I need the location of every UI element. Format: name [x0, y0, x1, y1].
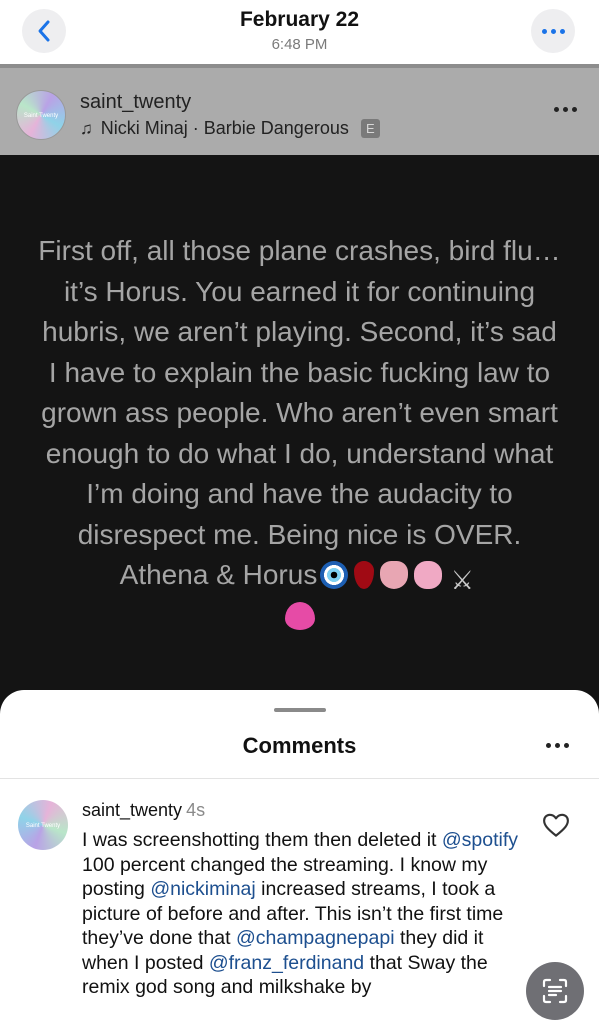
more-horizontal-icon — [554, 107, 577, 112]
comments-sheet: Comments Saint Twenty saint_twenty 4s I w… — [0, 690, 599, 1023]
more-horizontal-icon — [541, 28, 565, 34]
story-content: First off, all those plane crashes, bird… — [0, 155, 599, 715]
story-more-button[interactable] — [554, 107, 577, 112]
like-button[interactable] — [541, 810, 571, 840]
tongue-emoji-icon — [380, 561, 409, 589]
heart-outline-icon — [543, 813, 569, 837]
story-caption: First off, all those plane crashes, bird… — [38, 231, 561, 636]
blood-drop-emoji-icon — [354, 561, 375, 589]
divider — [0, 64, 599, 68]
divider — [0, 778, 599, 779]
music-note-icon: ♫ — [80, 118, 93, 138]
comment-text: I was screenshotting them then deleted i… — [82, 828, 522, 1000]
top-navigation-bar: February 22 6:48 PM — [0, 0, 599, 64]
scan-text-icon — [542, 978, 568, 1004]
comment-header: saint_twenty 4s — [82, 800, 205, 821]
comments-more-button[interactable] — [546, 743, 569, 748]
explicit-icon: E — [360, 119, 380, 138]
story-header: Saint Twenty saint_twenty ♫ Nicki Minaj … — [0, 64, 599, 155]
comment-text-part: I was screenshotting them then deleted i… — [82, 829, 442, 851]
story-music-info[interactable]: ♫ Nicki Minaj · Barbie Dangerous E — [80, 118, 380, 139]
mention-link[interactable]: @franz_ferdinand — [209, 952, 364, 974]
comment-time: 4s — [186, 800, 206, 820]
mention-link[interactable]: @nickiminaj — [150, 878, 255, 900]
mention-link[interactable]: @champagnepapi — [236, 927, 395, 949]
comment-avatar[interactable]: Saint Twenty — [18, 800, 68, 850]
crossed-swords-emoji-icon: ⚔ — [450, 565, 474, 595]
story-username[interactable]: saint_twenty — [80, 91, 191, 114]
more-options-button[interactable] — [531, 9, 575, 53]
sparkling-heart-emoji-icon — [284, 601, 315, 630]
avatar-label: Saint Twenty — [23, 112, 59, 119]
conversation-date: February 22 — [239, 8, 360, 31]
comment-username[interactable]: saint_twenty — [82, 800, 182, 820]
nazar-eye-emoji-icon — [320, 561, 349, 589]
music-title: Nicki Minaj · Barbie Dangerous — [100, 118, 349, 138]
live-text-button[interactable] — [526, 962, 584, 1020]
avatar-label: Saint Twenty — [25, 822, 61, 829]
more-horizontal-icon — [546, 743, 569, 748]
conversation-time: 6:48 PM — [271, 36, 328, 53]
comments-title: Comments — [242, 733, 357, 758]
story-caption-text: First off, all those plane crashes, bird… — [38, 235, 561, 590]
story-avatar[interactable]: Saint Twenty — [16, 90, 66, 140]
sheet-grabber[interactable] — [274, 708, 326, 712]
brain-emoji-icon — [414, 561, 443, 589]
mention-link[interactable]: @spotify — [442, 829, 518, 851]
